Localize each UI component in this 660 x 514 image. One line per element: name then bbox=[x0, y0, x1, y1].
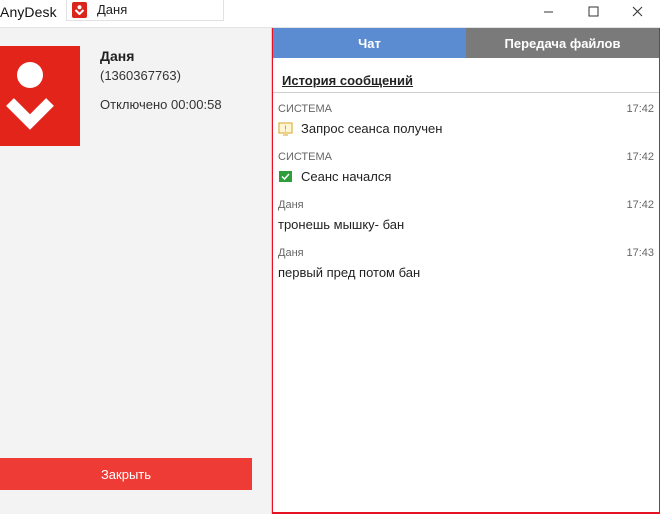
message-time: 17:43 bbox=[626, 247, 654, 259]
message-item: Даня 17:42 тронешь мышку- бан bbox=[273, 199, 659, 247]
divider bbox=[273, 92, 659, 93]
message-time: 17:42 bbox=[626, 151, 654, 163]
title-bar: AnyDesk Даня bbox=[0, 0, 660, 28]
message-text: Сеанс начался bbox=[301, 169, 392, 184]
anydesk-logo-icon bbox=[72, 2, 87, 18]
history-title: История сообщений bbox=[282, 73, 414, 88]
message-body: тронешь мышку- бан bbox=[278, 217, 404, 232]
avatar bbox=[0, 46, 80, 146]
session-tab[interactable]: Даня bbox=[66, 0, 224, 21]
message-body: ! Запрос сеанса получен bbox=[278, 121, 442, 136]
session-info-panel: Даня (1360367763) Отключено 00:00:58 Зак… bbox=[0, 28, 272, 514]
message-sender: СИСТЕМА bbox=[278, 151, 332, 163]
minimize-button[interactable] bbox=[525, 0, 571, 22]
message-time: 17:42 bbox=[626, 103, 654, 115]
message-sender: СИСТЕМА bbox=[278, 103, 332, 115]
svg-text:!: ! bbox=[284, 124, 287, 133]
maximize-button[interactable] bbox=[570, 0, 616, 22]
message-item: Даня 17:43 первый пред потом бан bbox=[273, 247, 659, 295]
chat-panel: Чат Передача файлов История сообщений СИ… bbox=[273, 28, 659, 512]
tab-chat[interactable]: Чат bbox=[273, 28, 466, 58]
message-text: первый пред потом бан bbox=[278, 265, 421, 280]
minimize-icon bbox=[543, 11, 553, 12]
session-tab-label: Даня bbox=[97, 2, 128, 17]
message-time: 17:42 bbox=[626, 199, 654, 211]
message-body: первый пред потом бан bbox=[278, 265, 420, 280]
message-sender: Даня bbox=[278, 199, 304, 211]
close-window-button[interactable] bbox=[614, 0, 660, 22]
session-started-icon bbox=[278, 170, 293, 184]
close-icon bbox=[632, 6, 642, 16]
panel-tabs: Чат Передача файлов bbox=[273, 28, 659, 58]
app-name: AnyDesk bbox=[0, 4, 57, 20]
message-sender: Даня bbox=[278, 247, 304, 259]
message-text: тронешь мышку- бан bbox=[278, 217, 405, 232]
close-session-button[interactable]: Закрыть bbox=[0, 458, 252, 490]
message-text: Запрос сеанса получен bbox=[301, 121, 443, 136]
anydesk-avatar-icon bbox=[6, 62, 54, 130]
tab-file-transfer[interactable]: Передача файлов bbox=[466, 28, 659, 58]
session-request-icon: ! bbox=[278, 122, 293, 136]
message-body: Сеанс начался bbox=[278, 169, 391, 184]
user-id: (1360367763) bbox=[100, 68, 181, 83]
message-item: СИСТЕМА 17:42 ! Запрос сеанса получен bbox=[273, 103, 659, 151]
maximize-icon bbox=[588, 6, 598, 16]
user-name: Даня bbox=[100, 48, 135, 64]
message-item: СИСТЕМА 17:42 Сеанс начался bbox=[273, 151, 659, 199]
session-status: Отключено 00:00:58 bbox=[100, 97, 222, 112]
